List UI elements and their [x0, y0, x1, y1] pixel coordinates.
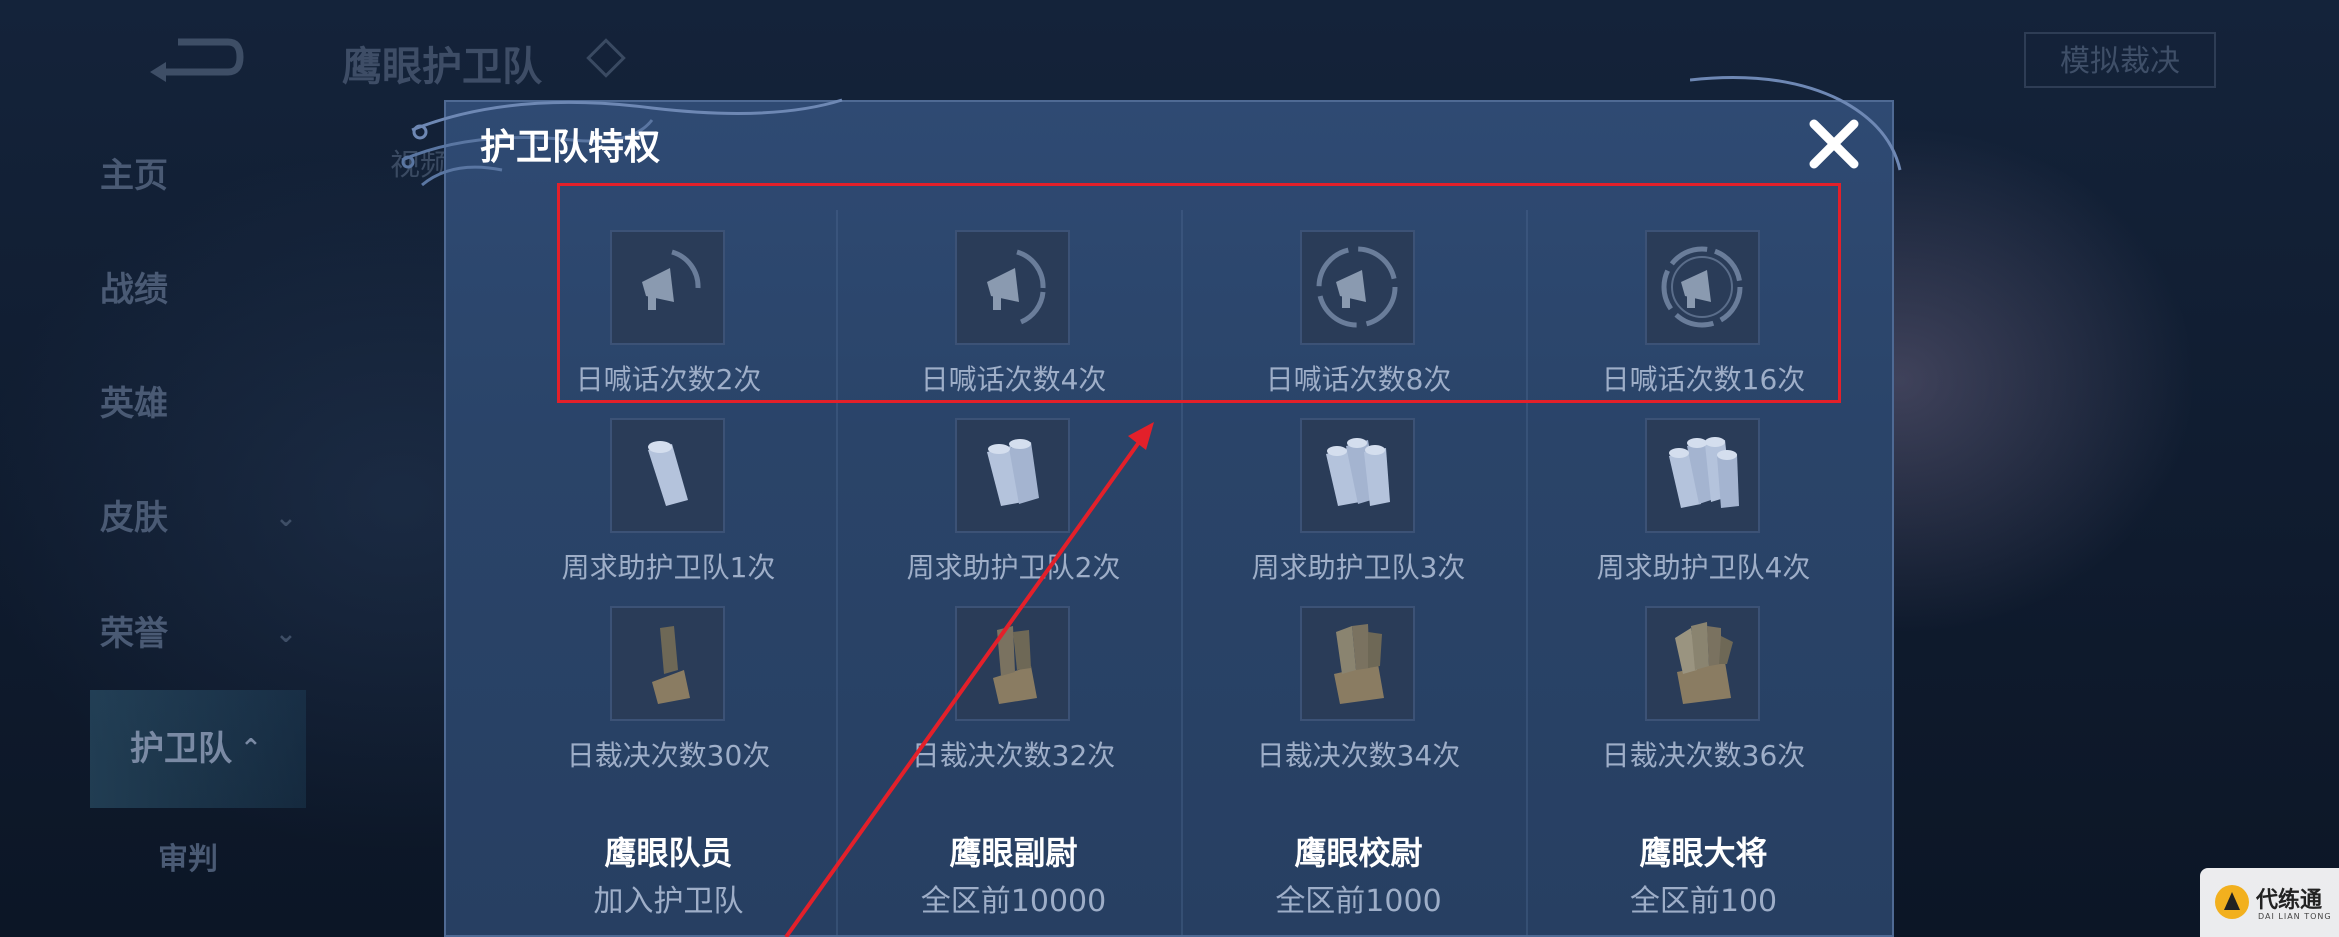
back-icon[interactable] — [148, 32, 246, 82]
sidebar-item-label: 英雄 — [100, 384, 168, 424]
modal-title: 护卫队特权 — [480, 127, 661, 168]
sidebar-item-label: 护卫队 — [130, 729, 232, 769]
sidebar-item-judge[interactable]: 审判 — [158, 830, 358, 890]
privilege-label: 周求助护卫队3次 — [1251, 551, 1466, 584]
gavel-icon — [955, 606, 1070, 721]
privilege-verdict-3: 日裁决次数34次 — [1186, 606, 1531, 772]
privilege-verdict-4: 日裁决次数36次 — [1531, 606, 1876, 772]
privilege-verdict-2: 日裁决次数32次 — [841, 606, 1186, 772]
sidebar-item-label: 审判 — [158, 842, 218, 877]
scroll-icon — [955, 418, 1070, 533]
sidebar-item-heroes[interactable]: 英雄 — [100, 374, 300, 434]
scroll-icon — [610, 418, 725, 533]
sidebar-item-label: 皮肤 — [100, 498, 168, 538]
sidebar-item-guard[interactable]: 护卫队 ⌃ — [90, 690, 306, 808]
page-title: 鹰眼护卫队 — [342, 44, 542, 90]
rank-requirement: 全区前100 — [1629, 884, 1778, 919]
sidebar-item-record[interactable]: 战绩 — [100, 260, 300, 320]
privilege-help-3: 周求助护卫队3次 — [1186, 418, 1531, 584]
gavel-icon — [1645, 606, 1760, 721]
privilege-label: 周求助护卫队1次 — [561, 551, 776, 584]
sidebar-item-label: 主页 — [100, 156, 168, 196]
watermark-sub: DAI LIAN TONG — [2258, 912, 2332, 921]
highlight-box — [557, 183, 1841, 403]
privilege-help-4: 周求助护卫队4次 — [1531, 418, 1876, 584]
rank-name: 鹰眼大将 — [1639, 834, 1768, 872]
rank-name: 鹰眼校尉 — [1294, 834, 1423, 872]
privilege-help-1: 周求助护卫队1次 — [496, 418, 841, 584]
privilege-help-2: 周求助护卫队2次 — [841, 418, 1186, 584]
rank-name: 鹰眼副尉 — [949, 834, 1078, 872]
rank-requirement: 加入护卫队 — [593, 884, 744, 919]
chevron-down-icon: ⌄ — [275, 503, 297, 533]
watermark-name: 代练通 — [2256, 888, 2323, 913]
scroll-icon — [1645, 418, 1760, 533]
rank-name: 鹰眼队员 — [604, 834, 733, 872]
watermark-icon — [2215, 885, 2249, 919]
chevron-down-icon: ⌄ — [275, 619, 297, 649]
sidebar-item-label: 荣誉 — [100, 614, 168, 654]
sidebar-item-label: 战绩 — [100, 270, 168, 310]
gavel-icon — [610, 606, 725, 721]
rank-requirement: 全区前10000 — [920, 884, 1107, 919]
scroll-icon — [1300, 418, 1415, 533]
privilege-label: 日裁决次数32次 — [911, 739, 1116, 772]
sidebar-item-honor[interactable]: 荣誉 ⌄ — [100, 604, 300, 664]
simulate-verdict-button[interactable]: 模拟裁决 — [2024, 32, 2216, 88]
decorative-swirl-icon — [1690, 76, 1902, 171]
watermark-logo: 代练通 DAI LIAN TONG — [2200, 868, 2339, 937]
sidebar-item-skins[interactable]: 皮肤 ⌄ — [100, 488, 300, 548]
privilege-verdict-1: 日裁决次数30次 — [496, 606, 841, 772]
rank-requirement: 全区前1000 — [1275, 884, 1442, 919]
privilege-label: 日裁决次数30次 — [566, 739, 771, 772]
privilege-label: 周求助护卫队4次 — [1596, 551, 1811, 584]
privilege-label: 周求助护卫队2次 — [906, 551, 1121, 584]
sidebar-item-home[interactable]: 主页 — [100, 146, 300, 206]
privilege-label: 日裁决次数34次 — [1256, 739, 1461, 772]
chevron-up-icon: ⌃ — [240, 734, 262, 764]
sidebar: 主页 战绩 英雄 皮肤 ⌄ 荣誉 ⌄ 护卫队 ⌃ 审判 — [0, 0, 306, 937]
gavel-icon — [1300, 606, 1415, 721]
privilege-label: 日裁决次数36次 — [1601, 739, 1806, 772]
close-icon[interactable] — [1806, 116, 1862, 172]
